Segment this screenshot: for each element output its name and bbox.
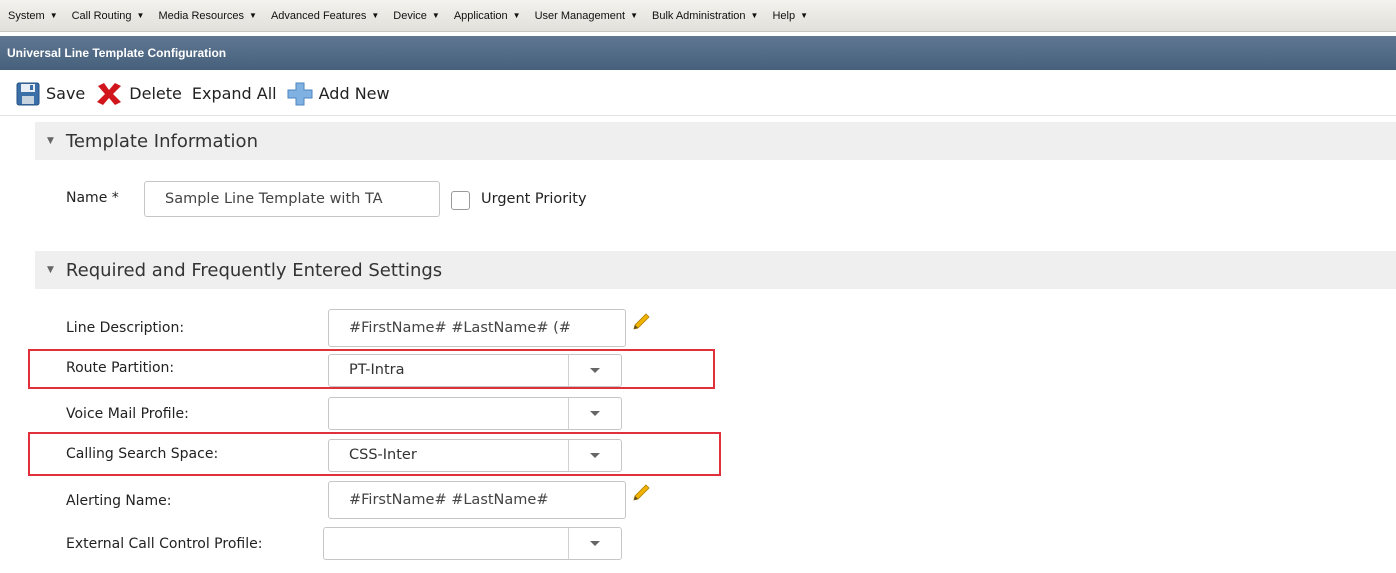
- add-new-button[interactable]: Add New: [287, 82, 390, 106]
- urgent-priority-checkbox[interactable]: [451, 191, 470, 210]
- save-label: Save: [46, 84, 86, 103]
- section-title: Required and Frequently Entered Settings: [65, 259, 443, 281]
- chevron-down-icon: ▼: [249, 11, 257, 20]
- alerting-name-label: Alerting Name:: [66, 493, 172, 509]
- name-input[interactable]: Sample Line Template with TA: [144, 181, 440, 217]
- chevron-down-icon: ▼: [800, 11, 809, 20]
- chevron-down-icon: [590, 368, 600, 373]
- save-button[interactable]: Save: [16, 82, 85, 106]
- menu-application[interactable]: Application ▼: [454, 10, 521, 22]
- chevron-down-icon: ▼: [750, 11, 759, 20]
- external-call-control-select[interactable]: [323, 527, 622, 560]
- alerting-name-input[interactable]: #FirstName# #LastName#: [328, 481, 626, 519]
- menu-label: Call Routing: [71, 9, 132, 22]
- add-new-label: Add New: [318, 84, 390, 103]
- delete-label: Delete: [129, 84, 182, 103]
- window-title-bar: Universal Line Template Configuration: [0, 36, 1396, 70]
- section-template-information[interactable]: ▼ Template Information: [35, 122, 1396, 160]
- dropdown-button[interactable]: [568, 398, 621, 429]
- menu-label: Bulk Administration: [652, 9, 746, 22]
- save-icon: [16, 82, 40, 105]
- calling-search-space-value: CSS-Inter: [349, 447, 417, 463]
- chevron-down-icon: ▼: [371, 11, 380, 20]
- route-partition-select[interactable]: PT-Intra: [328, 354, 622, 387]
- expand-all-label: Expand All: [191, 84, 277, 103]
- menu-bulk-administration[interactable]: Bulk Administration ▼: [652, 10, 758, 22]
- voice-mail-profile-select[interactable]: [328, 397, 622, 430]
- chevron-down-icon: [590, 541, 600, 546]
- voice-mail-profile-label: Voice Mail Profile:: [66, 406, 189, 422]
- section-title: Template Information: [65, 130, 258, 152]
- menu-label: Advanced Features: [270, 9, 367, 22]
- dropdown-button[interactable]: [568, 440, 621, 471]
- chevron-down-icon: ▼: [630, 11, 638, 20]
- route-partition-label: Route Partition:: [66, 360, 175, 376]
- chevron-down-icon: ▼: [512, 11, 521, 20]
- delete-x-icon: [97, 82, 122, 105]
- expand-all-button[interactable]: Expand All: [192, 84, 277, 103]
- name-label: Name *: [66, 190, 119, 206]
- menu-advanced-features[interactable]: Advanced Features ▼: [271, 10, 379, 22]
- menu-system[interactable]: System ▼: [8, 10, 58, 22]
- line-description-input[interactable]: #FirstName# #LastName# (#: [328, 309, 626, 347]
- collapse-caret-icon: ▼: [47, 265, 54, 275]
- urgent-priority-label: Urgent Priority: [481, 191, 587, 207]
- menu-device[interactable]: Device ▼: [393, 10, 440, 22]
- chevron-down-icon: [590, 453, 600, 458]
- page-title: Universal Line Template Configuration: [7, 46, 227, 60]
- calling-search-space-select[interactable]: CSS-Inter: [328, 439, 622, 472]
- external-call-control-label: External Call Control Profile:: [66, 536, 263, 552]
- menu-label: System: [8, 9, 45, 22]
- section-required-settings[interactable]: ▼ Required and Frequently Entered Settin…: [35, 251, 1396, 289]
- menu-call-routing[interactable]: Call Routing ▼: [72, 10, 145, 22]
- main-menu-bar: System ▼ Call Routing ▼ Media Resources ▼ A…: [0, 0, 1396, 32]
- delete-button[interactable]: Delete: [95, 82, 182, 106]
- dropdown-button[interactable]: [568, 528, 621, 559]
- menu-label: Media Resources: [158, 9, 245, 22]
- menu-user-management[interactable]: User Management ▼: [535, 10, 638, 22]
- chevron-down-icon: ▼: [136, 11, 145, 20]
- line-description-label: Line Description:: [66, 320, 185, 336]
- menu-help[interactable]: Help ▼: [772, 10, 808, 22]
- menu-label: Help: [772, 9, 796, 22]
- pencil-edit-icon[interactable]: [631, 312, 651, 332]
- chevron-down-icon: [590, 411, 600, 416]
- menu-label: User Management: [534, 9, 626, 22]
- chevron-down-icon: ▼: [49, 11, 58, 20]
- menu-label: Application: [453, 9, 508, 22]
- calling-search-space-label: Calling Search Space:: [66, 446, 219, 462]
- add-plus-icon: [287, 82, 313, 105]
- pencil-edit-icon[interactable]: [631, 483, 651, 503]
- menu-label: Device: [393, 9, 427, 22]
- menu-media-resources[interactable]: Media Resources ▼: [158, 10, 257, 22]
- chevron-down-icon: ▼: [431, 11, 440, 20]
- route-partition-value: PT-Intra: [349, 362, 405, 378]
- toolbar: Save Delete Expand All Add New: [0, 72, 1396, 116]
- dropdown-button[interactable]: [568, 355, 621, 386]
- collapse-caret-icon: ▼: [47, 136, 54, 146]
